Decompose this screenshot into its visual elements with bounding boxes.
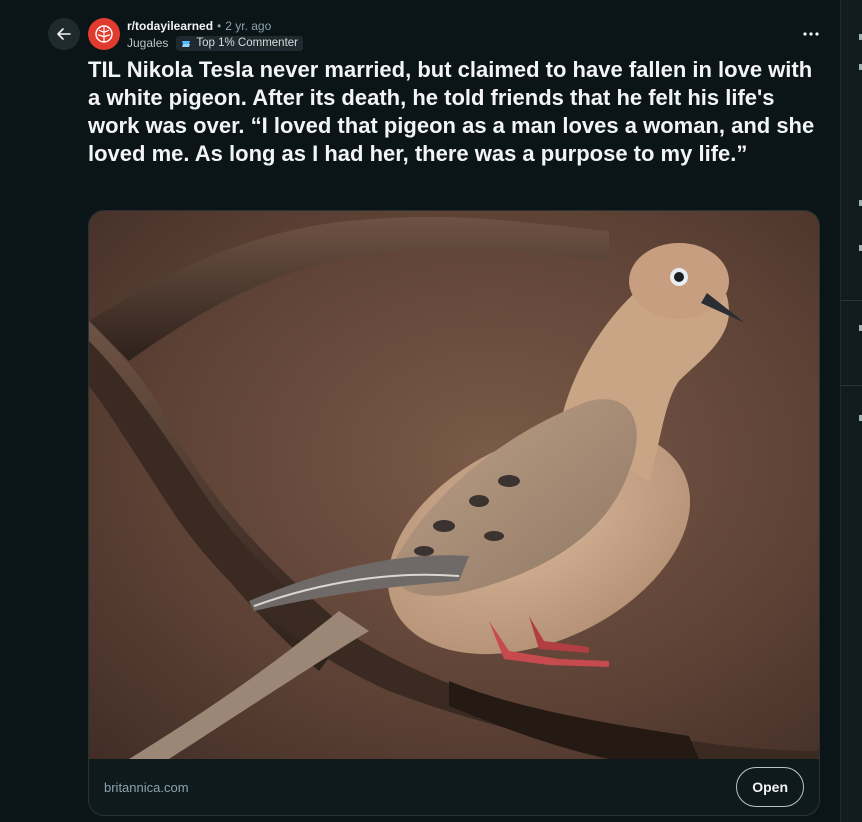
user-flair: Top 1% Commenter xyxy=(176,36,303,51)
link-preview-card[interactable]: britannica.com Open xyxy=(88,210,820,816)
more-options-button[interactable] xyxy=(796,20,826,48)
rail-divider xyxy=(841,300,862,301)
post-time: 2 yr. ago xyxy=(225,19,272,33)
subreddit-link[interactable]: r/todayilearned xyxy=(127,19,213,34)
flair-label: Top 1% Commenter xyxy=(196,37,298,49)
commenter-badge-icon xyxy=(182,41,191,47)
card-footer: britannica.com Open xyxy=(89,759,819,815)
more-options-icon xyxy=(803,32,819,36)
open-link-button[interactable]: Open xyxy=(736,767,804,807)
back-button[interactable] xyxy=(48,18,80,50)
post-meta: r/todayilearned • 2 yr. ago Jugales Top … xyxy=(127,19,303,51)
post-title[interactable]: TIL Nikola Tesla never married, but clai… xyxy=(88,56,818,168)
right-sidebar-edge xyxy=(840,0,862,822)
dove-photo[interactable] xyxy=(89,211,819,759)
rail-divider xyxy=(841,385,862,386)
subreddit-brain-icon xyxy=(95,25,113,43)
link-domain[interactable]: britannica.com xyxy=(104,780,189,795)
back-arrow-icon xyxy=(57,28,71,40)
subreddit-avatar[interactable] xyxy=(88,18,120,50)
author-link[interactable]: Jugales xyxy=(127,36,168,51)
meta-separator: • xyxy=(217,19,222,33)
